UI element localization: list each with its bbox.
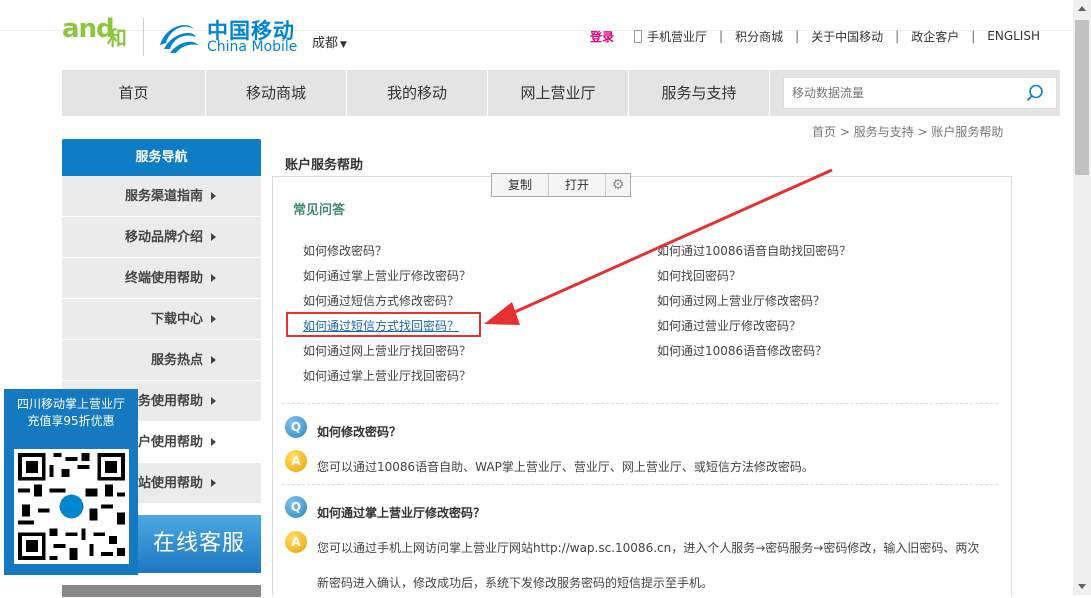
enterprise-link[interactable]: 政企客户	[911, 28, 959, 45]
link-separator: |	[795, 29, 800, 43]
login-link[interactable]: 登录	[590, 28, 614, 45]
page-title: 账户服务帮助	[285, 158, 364, 173]
answer-icon: A	[285, 531, 307, 553]
search-box	[783, 77, 1057, 109]
link-separator: |	[895, 29, 900, 43]
faq-link[interactable]: 如何通过网上营业厅找回密码？	[303, 342, 471, 359]
phone-icon	[634, 29, 643, 43]
nav-mall[interactable]: 移动商城	[206, 70, 347, 116]
link-separator: |	[971, 29, 976, 43]
sidebar-item-terminals[interactable]: 终端使用帮助	[62, 258, 261, 299]
link-separator: |	[719, 29, 724, 43]
divider	[282, 484, 998, 485]
nav-online-hall[interactable]: 网上营业厅	[488, 70, 629, 116]
scroll-down-icon[interactable]	[1073, 578, 1091, 595]
sidebar-banner-partial[interactable]	[62, 585, 261, 597]
promo-float[interactable]: 四川移动掌上营业厅 充值享95折优惠	[4, 389, 138, 575]
sidebar-item-label: 下载中心	[150, 312, 203, 327]
qr-code-icon	[14, 449, 129, 564]
qa-answer: 您可以通过手机上网访问掌上营业厅网站http://wap.sc.10086.cn…	[317, 541, 980, 555]
search-icon[interactable]	[1026, 84, 1044, 102]
context-popup: 复制 打开 ⚙	[491, 173, 631, 197]
settings-button[interactable]: ⚙	[606, 174, 630, 196]
sidebar-item-label: 服务渠道指南	[124, 189, 203, 204]
qa-answer: 您可以通过10086语音自助、WAP掌上营业厅、营业厅、网上营业厅、或短信方法修…	[317, 460, 814, 474]
faq-link[interactable]: 如何通过10086语音修改密码？	[657, 342, 827, 359]
triangle-right-icon	[211, 356, 216, 364]
sidebar-item-label: 服务热点	[150, 353, 203, 368]
city-selector[interactable]: 成都 ▼	[312, 32, 347, 51]
about-link[interactable]: 关于中国移动	[811, 28, 883, 45]
triangle-right-icon	[211, 479, 216, 487]
faq-link[interactable]: 如何通过掌上营业厅修改密码？	[303, 267, 471, 284]
triangle-right-icon	[211, 438, 216, 446]
caret-down-icon: ▼	[340, 40, 347, 50]
mobile-hall-link[interactable]: 手机营业厅	[634, 28, 707, 45]
scroll-up-icon[interactable]	[1073, 0, 1091, 17]
city-label: 成都	[312, 36, 339, 51]
triangle-right-icon	[211, 192, 216, 200]
question-icon: Q	[285, 496, 307, 518]
qa-answer: 新密码进入确认，修改成功后，系统下发修改服务密码的短信提示至手机。	[317, 576, 714, 590]
qa-question: 如何修改密码？	[317, 425, 402, 439]
sidebar-item-brands[interactable]: 移动品牌介绍	[62, 217, 261, 258]
mobile-hall-label: 手机营业厅	[647, 29, 708, 44]
triangle-right-icon	[211, 233, 216, 241]
faq-title: 常见问答	[293, 203, 346, 218]
highlight-box	[286, 312, 481, 337]
sidebar-item-channels[interactable]: 服务渠道指南	[62, 176, 261, 217]
points-mall-link[interactable]: 积分商城	[735, 28, 783, 45]
copy-button[interactable]: 复制	[492, 174, 549, 196]
promo-line1: 四川移动掌上营业厅	[16, 397, 125, 411]
qa-question: 如何通过掌上营业厅修改密码？	[317, 506, 486, 520]
logo-divider	[143, 18, 144, 56]
question-icon: Q	[285, 416, 307, 438]
open-button[interactable]: 打开	[549, 174, 606, 196]
triangle-right-icon	[211, 315, 216, 323]
china-mobile-en-name: China Mobile	[207, 39, 298, 55]
triangle-right-icon	[211, 274, 216, 282]
faq-link[interactable]: 如何通过掌上营业厅找回密码？	[303, 367, 471, 384]
china-mobile-logo-icon[interactable]	[154, 15, 200, 57]
he-logo: 和	[107, 26, 127, 50]
sidebar-item-label: 移动品牌介绍	[124, 230, 203, 245]
english-link[interactable]: ENGLISH	[987, 29, 1040, 43]
and-logo-text: and	[62, 14, 115, 44]
promo-line2: 充值享95折优惠	[27, 414, 115, 428]
faq-link[interactable]: 如何修改密码？	[303, 242, 387, 259]
promo-text: 四川移动掌上营业厅 充值享95折优惠	[4, 396, 138, 430]
sidebar-item-downloads[interactable]: 下载中心	[62, 299, 261, 340]
answer-icon: A	[285, 450, 307, 472]
nav-service-support[interactable]: 服务与支持	[629, 70, 770, 116]
online-service-banner[interactable]: 在线客服	[137, 515, 261, 573]
vertical-scrollbar[interactable]	[1073, 0, 1091, 595]
faq-link[interactable]: 如何通过短信方式修改密码？	[303, 292, 459, 309]
nav-my-mobile[interactable]: 我的移动	[347, 70, 488, 116]
triangle-right-icon	[211, 397, 216, 405]
sidebar-item-hotspots[interactable]: 服务热点	[62, 340, 261, 381]
divider	[282, 403, 998, 404]
top-links: 登录 手机营业厅 | 积分商城 | 关于中国移动 | 政企客户 | ENGLIS…	[590, 28, 1040, 44]
nav-home[interactable]: 首页	[62, 70, 206, 116]
and-logo[interactable]: and	[62, 14, 115, 44]
gear-icon: ⚙	[611, 177, 625, 193]
sidebar-item-label: 终端使用帮助	[124, 271, 203, 286]
scroll-thumb[interactable]	[1075, 20, 1089, 175]
search-input[interactable]	[784, 78, 1014, 108]
breadcrumb: 首页 > 服务与支持 > 账户服务帮助	[812, 125, 1004, 139]
sidebar-title: 服务导航	[62, 139, 261, 176]
